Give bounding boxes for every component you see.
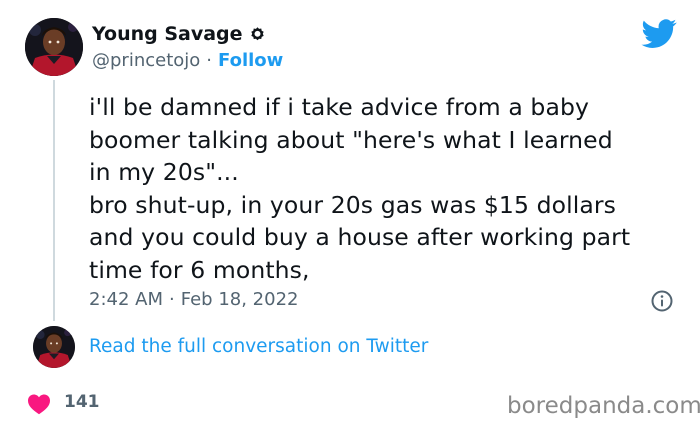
source-watermark: boredpanda.com [507,393,700,419]
author-handle[interactable]: @princetojo [92,50,200,71]
verified-badge-icon [249,26,266,43]
avatar-image [25,18,83,76]
tweet-text: i'll be damned if i take advice from a b… [89,93,631,284]
conversation-avatar[interactable] [33,326,75,368]
info-icon[interactable] [650,289,674,313]
like-count: 141 [64,392,100,412]
thread-line [53,80,55,321]
read-conversation-link[interactable]: Read the full conversation on Twitter [89,336,428,357]
handle-separator: · [206,50,213,71]
tweet-time: 2:42 AM [89,289,163,310]
timestamp-separator: · [169,289,175,310]
avatar-image [33,326,75,368]
author-name[interactable]: Young Savage [92,23,266,45]
handle-row: @princetojo · Follow [92,50,283,71]
author-avatar[interactable] [25,18,83,76]
author-name-text: Young Savage [92,23,243,45]
follow-button[interactable]: Follow [218,50,283,71]
tweet-timestamp[interactable]: 2:42 AM · Feb 18, 2022 [89,289,298,310]
tweet-date: Feb 18, 2022 [180,289,299,310]
heart-icon[interactable] [27,393,51,415]
twitter-bird-icon[interactable] [641,19,677,49]
